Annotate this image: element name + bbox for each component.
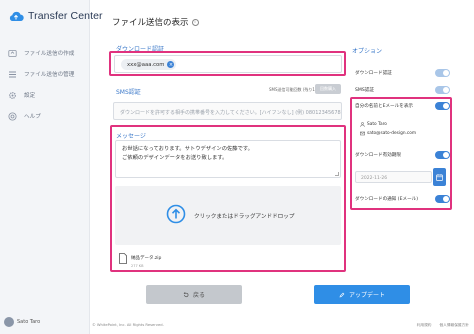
remove-chip-icon[interactable]: ×: [167, 61, 175, 68]
sidebar-item-label: ファイル送信の管理: [24, 72, 75, 78]
terms-link[interactable]: 利用規約: [417, 323, 432, 328]
sidebar-item-manage[interactable]: ファイル送信の管理: [8, 64, 88, 84]
calendar-icon: [436, 173, 443, 181]
recipient-field[interactable]: xxx@aaa.com ×: [114, 55, 342, 73]
option-download-auth: ダウンロード認証: [355, 68, 450, 78]
file-item[interactable]: 納品データ.zip 277 KB: [119, 253, 161, 268]
copyright: © WhitePoint, Inc. All Rights Reserved.: [92, 323, 164, 327]
cloud-logo-icon: [9, 11, 24, 21]
sidebar-item-help[interactable]: ヘルプ: [8, 106, 88, 126]
option-sms-auth: SMS認証: [355, 85, 450, 95]
sidebar-item-label: 設定: [24, 93, 36, 99]
update-button[interactable]: アップデート: [314, 285, 410, 304]
expiry-date-value: 2022-11-26: [361, 175, 388, 181]
avatar: [4, 317, 14, 327]
file-size: 277 KB: [131, 264, 144, 268]
calendar-button[interactable]: [433, 168, 446, 186]
app-logo[interactable]: Transfer Center: [8, 10, 103, 22]
edit-icon: [339, 292, 345, 297]
message-textarea[interactable]: お世話になっております。サトウデザインの佐藤です。 ご依頼のデザインデータをお送…: [115, 140, 341, 178]
purchase-button[interactable]: 回数購入: [315, 84, 341, 94]
sidebar-item-create[interactable]: ファイル送信の作成: [8, 43, 88, 63]
message-label: メッセージ: [116, 133, 146, 140]
sidebar-item-settings[interactable]: 設定: [8, 85, 88, 105]
show-name-toggle[interactable]: [435, 102, 450, 110]
back-button-label: 戻る: [192, 292, 205, 299]
phone-input[interactable]: ダウンロードを許可する相手の携帯番号を入力してください。[ハイフンなし] (例)…: [113, 102, 342, 120]
update-button-label: アップデート: [348, 292, 385, 299]
option-label: ダウンロード認証: [355, 71, 392, 76]
privacy-link[interactable]: 個人情報保護方針: [440, 323, 470, 328]
message-line: お世話になっております。サトウデザインの佐藤です。: [122, 146, 253, 152]
page-title-text: ファイル送信の表示: [112, 18, 189, 28]
phone-placeholder: ダウンロードを許可する相手の携帯番号を入力してください。[ハイフンなし] (例)…: [120, 110, 341, 116]
person-icon: [360, 122, 365, 127]
upload-icon: [8, 49, 17, 58]
mail-icon: [360, 131, 365, 136]
sender-email: sato@sato-design.com: [367, 131, 417, 136]
info-icon[interactable]: i: [191, 18, 199, 26]
help-icon: [8, 112, 17, 121]
recipient-chip: xxx@aaa.com ×: [121, 59, 177, 70]
expiry-date-input[interactable]: 2022-11-26: [355, 171, 432, 183]
resize-handle-icon[interactable]: [335, 172, 339, 176]
option-label: ダウンロード有効期限: [355, 153, 401, 158]
notify-toggle[interactable]: [435, 195, 450, 203]
drop-zone-text: クリックまたはドラッグアンドドロップ: [194, 214, 295, 220]
sidebar-item-label: ファイル送信の作成: [24, 51, 75, 57]
sender-name: Sato Taro: [367, 122, 387, 127]
sms-auth-toggle[interactable]: [435, 86, 450, 94]
app-name: Transfer Center: [28, 10, 103, 22]
chip-email: xxx@aaa.com: [127, 61, 165, 68]
sms-auth-label: SMS認証: [116, 89, 141, 96]
page-title: ファイル送信の表示 i: [112, 16, 199, 28]
option-label: ダウンロードの通知 (Eメール): [355, 197, 419, 202]
option-show-name: 自分の名前とEメールを表示: [355, 101, 450, 111]
sidebar: Transfer Center ファイル送信の作成 ファイル送信の管理 設定 ヘ…: [0, 0, 103, 334]
option-notify: ダウンロードの通知 (Eメール): [355, 194, 450, 204]
message-line: ご依頼のデザインデータをお送り致します。: [122, 154, 228, 161]
download-auth-toggle[interactable]: [435, 69, 450, 77]
upload-circle-icon: [166, 204, 186, 224]
file-name: 納品データ.zip: [131, 256, 162, 261]
file-drop-zone[interactable]: クリックまたはドラッグアンドドロップ: [115, 186, 341, 245]
option-label: SMS認証: [355, 88, 374, 93]
user-menu[interactable]: Sato Taro: [4, 317, 40, 327]
option-expiry: ダウンロード有効期限: [355, 150, 450, 160]
sidebar-nav: ファイル送信の作成 ファイル送信の管理 設定 ヘルプ: [8, 43, 88, 127]
option-label: 自分の名前とEメールを表示: [355, 104, 414, 109]
file-icon: [119, 253, 127, 264]
expiry-toggle[interactable]: [435, 151, 450, 159]
options-label: オプション: [352, 48, 383, 55]
sidebar-item-label: ヘルプ: [24, 114, 41, 120]
sender-contact: Sato Taro sato@sato-design.com: [360, 120, 416, 138]
list-icon: [8, 70, 17, 79]
undo-icon: [183, 291, 189, 297]
user-name: Sato Taro: [17, 319, 41, 325]
back-button[interactable]: 戻る: [146, 285, 242, 304]
gear-icon: [8, 91, 17, 100]
